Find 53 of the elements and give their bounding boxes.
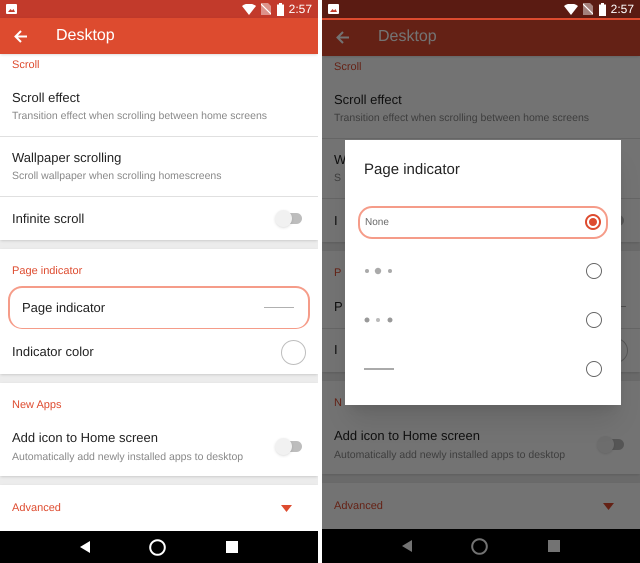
section-header: New Apps: [11, 398, 63, 413]
line-indicator-icon: [264, 306, 294, 308]
wifi-icon: [242, 4, 256, 14]
dots-icon: [364, 316, 394, 324]
setting-title: Scroll effect: [12, 88, 80, 107]
dots-icon: [364, 267, 394, 275]
setting-subtitle: Transition effect when scrolling between home screens: [12, 109, 268, 124]
radio-button[interactable]: [585, 214, 601, 230]
setting-title: Scroll effect: [334, 90, 402, 109]
no-sim-icon: [582, 3, 593, 16]
no-sim-icon: [260, 3, 271, 15]
setting-title: Infinite scroll: [12, 210, 84, 228]
line-indicator-icon: [364, 368, 394, 370]
section-header: N: [333, 396, 343, 411]
back-icon[interactable]: [80, 541, 90, 554]
caret-icon[interactable]: [603, 502, 614, 510]
radio-option[interactable]: None: [358, 206, 608, 238]
recents-icon[interactable]: [226, 541, 238, 554]
screen-title: Desktop: [378, 27, 437, 48]
screen-title: Desktop: [56, 26, 115, 46]
status-time: 2:57: [288, 1, 312, 18]
toggle-switch[interactable]: [278, 213, 302, 224]
section-header: Scroll: [11, 58, 41, 74]
highlighted-row[interactable]: Page indicator: [8, 286, 310, 329]
section-header: P: [333, 266, 342, 282]
caret-icon[interactable]: [281, 504, 292, 512]
toggle-switch[interactable]: [278, 441, 302, 452]
battery-icon: [598, 2, 606, 16]
battery-icon: [276, 2, 284, 16]
image-icon: [328, 4, 339, 14]
toggle-switch[interactable]: [600, 439, 624, 450]
home-icon[interactable]: [149, 538, 166, 556]
setting-title: Add icon to Home screen: [334, 427, 480, 446]
radio-button[interactable]: [586, 361, 602, 377]
setting-subtitle: Scroll wallpaper when scrolling homescreens: [12, 169, 222, 184]
setting-title: Indicator color: [12, 343, 94, 362]
wifi-icon: [564, 4, 578, 15]
color-swatch[interactable]: [281, 340, 306, 365]
radio-button[interactable]: [586, 312, 602, 328]
dialog-title: Page indicator: [363, 160, 461, 180]
setting-title: I: [334, 341, 338, 360]
setting-title: Add icon to Home screen: [12, 429, 158, 448]
option-label: None: [365, 216, 389, 230]
section-header: Page indicator: [11, 264, 84, 280]
section-header: Scroll: [333, 60, 363, 76]
image-icon: [6, 4, 17, 14]
setting-title: Wallpaper scrolling: [12, 148, 122, 167]
radio-button[interactable]: [586, 263, 602, 279]
status-time: 2:57: [610, 1, 634, 18]
setting-title: P: [334, 298, 343, 316]
setting-subtitle: Automatically add newly installed apps to desktop: [12, 450, 244, 465]
setting-title: Page indicator: [22, 298, 106, 317]
setting-title: I: [334, 212, 338, 230]
